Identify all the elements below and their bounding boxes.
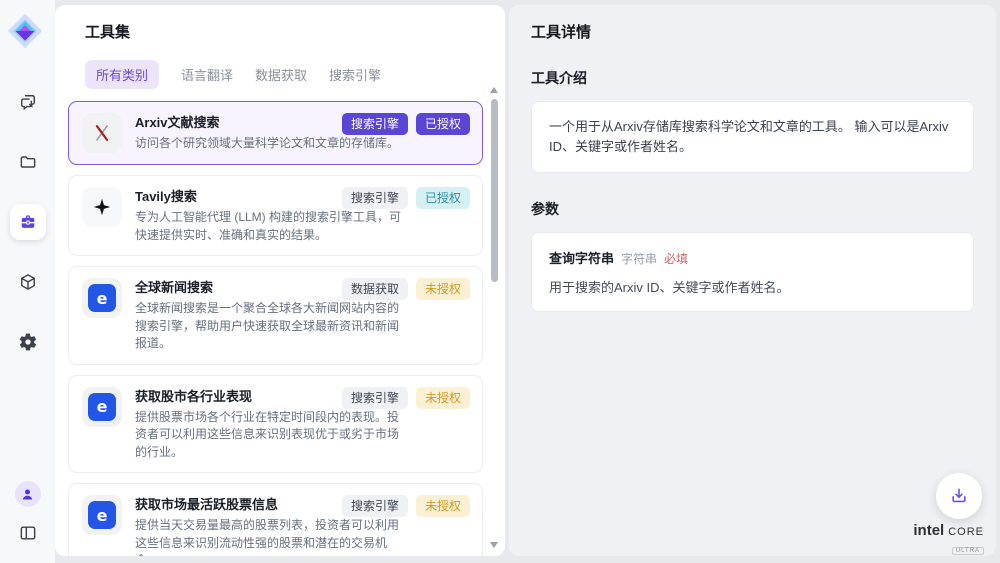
toolset-title: 工具集 — [85, 21, 475, 42]
params-heading: 参数 — [531, 199, 974, 219]
user-avatar[interactable] — [15, 481, 41, 507]
intel-core-logo: intelcore ULTRA — [913, 522, 984, 557]
tab-data-acquisition[interactable]: 数据获取 — [255, 60, 307, 89]
arxiv-logo-icon — [82, 113, 122, 153]
detail-title: 工具详情 — [531, 21, 974, 42]
chat-icon — [18, 92, 38, 112]
category-badge: 搜索引擎 — [342, 187, 408, 209]
tool-description: 全球新闻搜索是一个聚合全球各大新闻网站内容的搜索引擎，帮助用户快速获取全球最新资… — [135, 300, 407, 353]
stock-tool-logo-icon: e — [82, 387, 122, 427]
tavily-sparkle-icon — [82, 187, 122, 227]
toolset-panel: 工具集 所有类别 语言翻译 数据获取 搜索引擎 Arxiv文献搜索 访问各个研究… — [55, 5, 505, 556]
tool-description: 提供股票市场各个行业在特定时间段内的表现。投资者可以利用这些信息来识别表现优于或… — [135, 409, 407, 462]
tool-description: 专为人工智能代理 (LLM) 构建的搜索引擎工具，可快速提供实时、准确和真实的结… — [135, 209, 407, 244]
tab-all-categories[interactable]: 所有类别 — [85, 60, 159, 89]
tool-detail-panel: 工具详情 工具介绍 一个用于从Arxiv存储库搜索科学论文和文章的工具。 输入可… — [509, 5, 996, 556]
intel-wordmark: intel — [913, 522, 944, 539]
download-icon — [949, 486, 969, 506]
category-badge: 搜索引擎 — [342, 495, 408, 517]
scroll-up-arrow-icon[interactable] — [490, 87, 498, 93]
param-box: 查询字符串 字符串 必填 用于搜索的Arxiv ID、关键字或作者姓名。 — [531, 232, 974, 312]
tool-description: 访问各个研究领域大量科学论文和文章的存储库。 — [135, 135, 407, 153]
tool-card-sector-performance[interactable]: e 获取股市各行业表现 提供股票市场各个行业在特定时间段内的表现。投资者可以利用… — [68, 375, 483, 474]
category-tabs: 所有类别 语言翻译 数据获取 搜索引擎 — [85, 60, 475, 89]
download-button[interactable] — [936, 473, 982, 519]
tool-card-list: Arxiv文献搜索 访问各个研究领域大量科学论文和文章的存储库。 搜索引擎 已授… — [55, 101, 505, 556]
gear-icon — [18, 332, 38, 352]
sidebar-item-toolbox[interactable] — [10, 204, 46, 240]
ultra-badge: ULTRA — [952, 547, 984, 555]
intro-heading: 工具介绍 — [531, 68, 974, 88]
news-search-logo-icon: e — [82, 278, 122, 318]
sidebar-item-chat[interactable] — [10, 84, 46, 120]
stock-tool-logo-icon: e — [82, 495, 122, 535]
list-scrollbar[interactable] — [490, 87, 499, 548]
core-wordmark: core — [948, 522, 984, 539]
sidebar-item-settings[interactable] — [10, 324, 46, 360]
toolbox-icon — [18, 212, 38, 232]
auth-status-badge: 未授权 — [416, 495, 470, 517]
folder-icon — [18, 152, 38, 172]
collapse-sidebar-button[interactable] — [16, 521, 40, 545]
scroll-down-arrow-icon[interactable] — [490, 542, 498, 548]
sidebar-item-files[interactable] — [10, 144, 46, 180]
tool-card-global-news[interactable]: e 全球新闻搜索 全球新闻搜索是一个聚合全球各大新闻网站内容的搜索引擎，帮助用户… — [68, 266, 483, 365]
scrollbar-thumb[interactable] — [491, 99, 498, 282]
category-badge: 搜索引擎 — [342, 113, 408, 135]
param-name: 查询字符串 — [549, 248, 614, 267]
intro-text: 一个用于从Arxiv存储库搜索科学论文和文章的工具。 输入可以是Arxiv ID… — [549, 117, 956, 157]
tool-description: 提供当天交易量最高的股票列表，投资者可以利用这些信息来识别流动性强的股票和潜在的… — [135, 517, 407, 556]
tool-card-arxiv[interactable]: Arxiv文献搜索 访问各个研究领域大量科学论文和文章的存储库。 搜索引擎 已授… — [68, 101, 483, 165]
auth-status-badge: 未授权 — [416, 278, 470, 300]
auth-status-badge: 已授权 — [416, 187, 470, 209]
panel-layout-icon — [18, 523, 38, 543]
app-logo-icon[interactable] — [6, 12, 44, 50]
tab-search-engine[interactable]: 搜索引擎 — [329, 60, 381, 89]
param-description: 用于搜索的Arxiv ID、关键字或作者姓名。 — [549, 277, 956, 296]
param-required-badge: 必填 — [664, 250, 688, 267]
sidebar-item-packages[interactable] — [10, 264, 46, 300]
param-type: 字符串 — [621, 250, 657, 267]
intro-box: 一个用于从Arxiv存储库搜索科学论文和文章的工具。 输入可以是Arxiv ID… — [531, 101, 974, 173]
auth-status-badge: 未授权 — [416, 387, 470, 409]
cube-icon — [18, 272, 38, 292]
category-badge: 搜索引擎 — [342, 387, 408, 409]
tool-card-most-active-stocks[interactable]: e 获取市场最活跃股票信息 提供当天交易量最高的股票列表，投资者可以利用这些信息… — [68, 483, 483, 556]
tool-card-tavily[interactable]: Tavily搜索 专为人工智能代理 (LLM) 构建的搜索引擎工具，可快速提供实… — [68, 175, 483, 256]
tab-language-translation[interactable]: 语言翻译 — [181, 60, 233, 89]
category-badge: 数据获取 — [342, 278, 408, 300]
app-sidebar — [0, 0, 55, 563]
user-icon — [20, 487, 35, 502]
auth-status-badge: 已授权 — [416, 113, 470, 135]
